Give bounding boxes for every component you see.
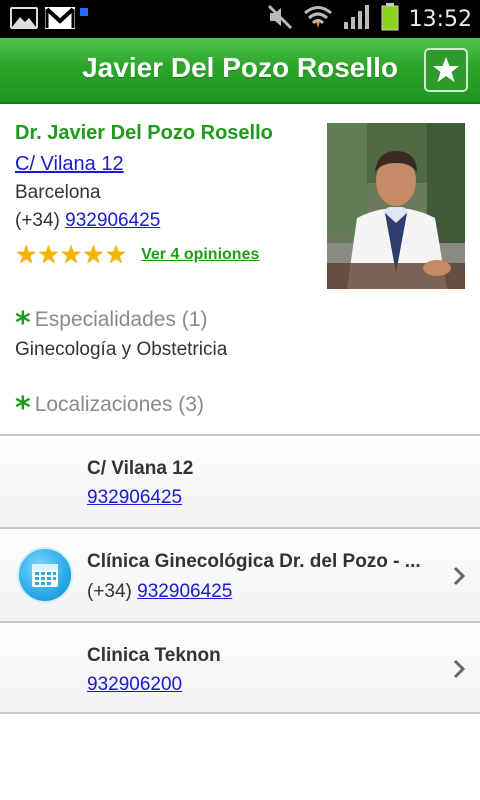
location-phone-row: (+34) 932906425 (87, 581, 232, 603)
doctor-profile: Dr. Javier Del Pozo Rosello C/ Vilana 12… (15, 122, 315, 267)
star-icon: ★ (104, 240, 128, 269)
signal-icon (343, 4, 371, 34)
location-row[interactable]: Clínica Ginecológica Dr. del Pozo - ... … (0, 527, 480, 621)
phone-prefix: (+34) (15, 210, 60, 231)
chevron-right-icon (453, 566, 466, 586)
notification-dot-icon (80, 8, 88, 16)
location-name: Clinica Teknon (87, 645, 221, 666)
opinions-link[interactable]: Ver 4 opiniones (141, 246, 259, 264)
star-icon (433, 57, 459, 82)
location-phone-row: 932906200 (87, 674, 182, 696)
locations-header: * Localizaciones (3) (15, 391, 204, 426)
location-name: Clínica Ginecológica Dr. del Pozo - ... (87, 551, 421, 572)
favorite-button[interactable] (424, 48, 468, 92)
status-bar: 13:52 (0, 0, 480, 38)
asterisk-icon: * (15, 306, 31, 341)
location-row[interactable]: Clinica Teknon 932906200 (0, 621, 480, 714)
mute-icon (267, 4, 293, 34)
action-bar: Javier Del Pozo Rosello (0, 38, 480, 104)
doctor-photo (327, 123, 465, 289)
doctor-name: Dr. Javier Del Pozo Rosello (15, 122, 273, 144)
rating-row: ★ ★ ★ ★ ★ Ver 4 opiniones (15, 242, 315, 267)
locations-title: Localizaciones (3) (34, 393, 204, 416)
phone-row: (+34) 932906425 (15, 210, 315, 232)
specialties-title: Especialidades (1) (34, 308, 208, 331)
location-phone-row: 932906425 (87, 487, 182, 509)
star-icon: ★ (82, 240, 105, 269)
wifi-icon (303, 4, 333, 34)
specialties-header: * Especialidades (1) (15, 306, 208, 341)
locations-list: C/ Vilana 12 932906425 Clínica Ginecológ… (0, 434, 480, 714)
location-phone-link[interactable]: 932906425 (137, 581, 232, 602)
address-link[interactable]: C/ Vilana 12 (15, 153, 315, 176)
location-phone-link[interactable]: 932906425 (87, 487, 182, 508)
location-row[interactable]: C/ Vilana 12 932906425 (0, 434, 480, 527)
battery-icon (381, 3, 399, 35)
status-time: 13:52 (408, 6, 472, 32)
gmail-icon (44, 6, 76, 30)
city-text: Barcelona (15, 182, 101, 203)
calendar-icon (17, 547, 73, 603)
chevron-right-icon (453, 659, 466, 679)
star-icon: ★ (37, 240, 60, 269)
phone-link[interactable]: 932906425 (65, 210, 160, 231)
asterisk-icon: * (15, 391, 31, 426)
star-icon: ★ (15, 240, 38, 269)
location-name: C/ Vilana 12 (87, 458, 194, 479)
star-icon: ★ (59, 240, 83, 269)
page-title: Javier Del Pozo Rosello (82, 52, 398, 83)
specialty-item: Ginecología y Obstetricia (15, 339, 228, 360)
location-phone-link[interactable]: 932906200 (87, 674, 182, 695)
rating-stars: ★ ★ ★ ★ ★ (15, 242, 127, 267)
gallery-icon (10, 7, 38, 29)
location-phone-prefix: (+34) (87, 581, 132, 602)
